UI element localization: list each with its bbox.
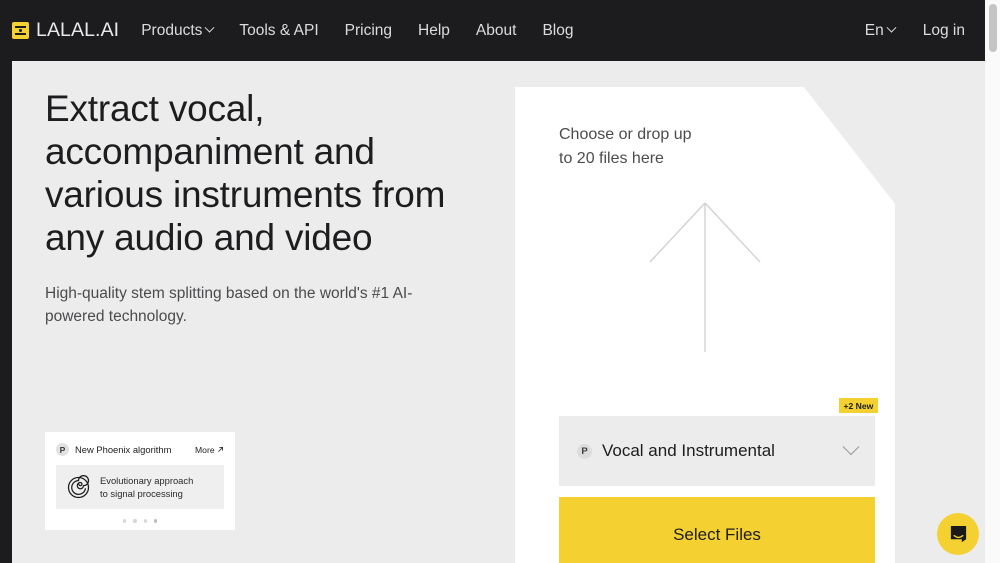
chevron-down-icon (886, 23, 896, 33)
carousel-dot[interactable] (144, 519, 147, 522)
carousel-dot[interactable] (123, 519, 126, 522)
carousel-dot[interactable] (133, 519, 136, 522)
brand-name: LALAL.AI (36, 19, 119, 42)
nav-item-help[interactable]: Help (418, 22, 450, 40)
page-title: Extract vocal, accompaniment and various… (45, 87, 475, 259)
carousel-dot-active[interactable] (154, 519, 157, 522)
phoenix-badge-icon: P (577, 444, 592, 459)
new-count-badge: +2 New (839, 398, 878, 413)
select-files-button[interactable]: Select Files (559, 497, 875, 563)
promo-card-title: New Phoenix algorithm (75, 444, 171, 455)
upload-arrow-icon (645, 200, 765, 355)
phoenix-badge-icon: P (56, 443, 69, 456)
nav-item-pricing[interactable]: Pricing (345, 22, 392, 40)
login-link[interactable]: Log in (923, 22, 965, 40)
nav-links: Products Tools & API Pricing Help About … (141, 22, 573, 40)
arrow-up-right-icon (217, 446, 224, 453)
hero-text-block: Extract vocal, accompaniment and various… (45, 87, 475, 329)
chat-bubble-icon (949, 525, 968, 544)
top-navigation-bar: LALAL.AI Products Tools & API Pricing He… (0, 0, 985, 61)
nav-right-group: En Log in (865, 22, 985, 40)
promo-card-text-line2: to signal processing (100, 487, 193, 500)
divide-icon (12, 22, 29, 39)
language-selector[interactable]: En (865, 22, 895, 40)
nav-item-products-label: Products (141, 22, 202, 40)
page-scrollbar[interactable] (985, 0, 1000, 563)
promo-card-body: Evolutionary approach to signal processi… (56, 465, 224, 509)
nav-item-blog[interactable]: Blog (542, 22, 573, 40)
language-selector-label: En (865, 22, 884, 40)
stem-type-selector-label: Vocal and Instrumental (602, 441, 775, 461)
upload-panel: Choose or drop up to 20 files here P Voc… (515, 87, 895, 563)
spiral-icon (66, 475, 91, 500)
carousel-dots (56, 519, 224, 522)
upload-panel-title: Choose or drop up to 20 files here (559, 123, 709, 170)
chat-widget-button[interactable] (937, 513, 979, 555)
promo-more-link[interactable]: More (195, 445, 224, 455)
hero-subheadline: High-quality stem splitting based on the… (45, 283, 420, 329)
stem-type-selector[interactable]: P Vocal and Instrumental +2 New (559, 416, 875, 486)
page-content: Extract vocal, accompaniment and various… (12, 61, 985, 563)
promo-card-text: Evolutionary approach to signal processi… (100, 474, 193, 500)
nav-item-products[interactable]: Products (141, 22, 213, 40)
promo-card-header: P New Phoenix algorithm More (56, 443, 224, 456)
promo-more-label: More (195, 445, 215, 455)
nav-item-tools-api[interactable]: Tools & API (239, 22, 318, 40)
chevron-down-icon (205, 23, 215, 33)
scrollbar-thumb[interactable] (989, 4, 997, 52)
promo-card[interactable]: P New Phoenix algorithm More Evolutionar… (45, 432, 235, 530)
app-root: LALAL.AI Products Tools & API Pricing He… (0, 0, 1000, 563)
promo-card-text-line1: Evolutionary approach (100, 474, 193, 487)
chevron-down-icon (843, 438, 860, 455)
brand-logo[interactable]: LALAL.AI (12, 19, 119, 42)
nav-item-about[interactable]: About (476, 22, 517, 40)
